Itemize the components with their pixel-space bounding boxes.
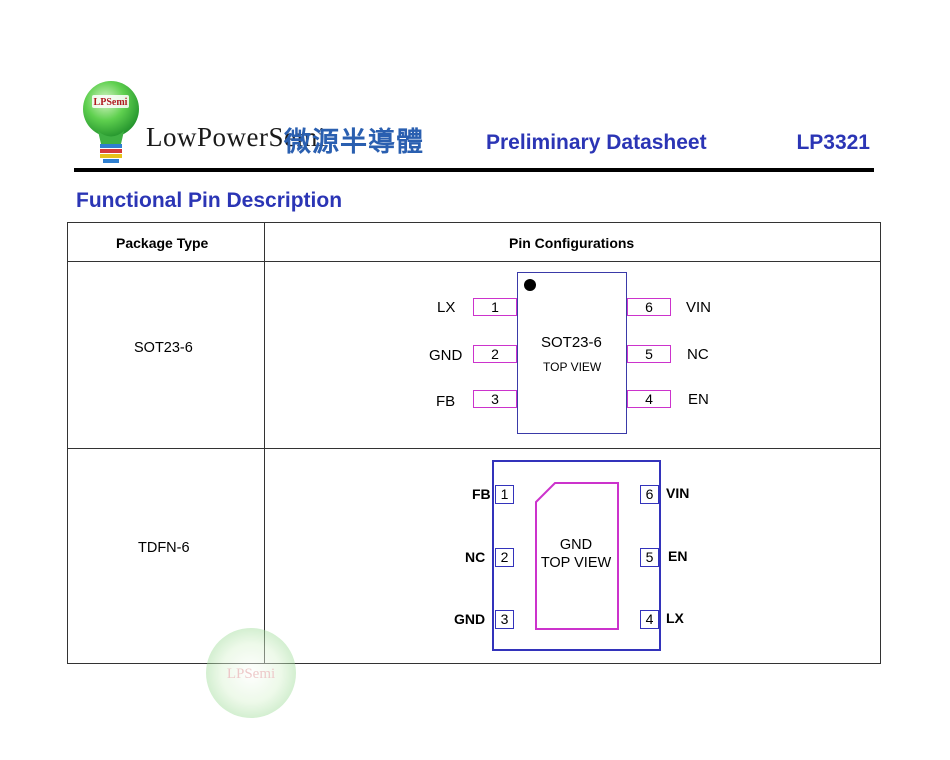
- tdfn-pin-6-label: VIN: [666, 485, 690, 501]
- brand-cjk-name: 微源半導體: [284, 127, 424, 158]
- header-divider: [74, 168, 874, 172]
- sot-pin-4-label: EN: [688, 391, 709, 408]
- package-tdfn-6: TDFN-6: [138, 540, 190, 556]
- tdfn-pin-5: 5: [640, 548, 659, 567]
- logo-badge-text: LPSemi: [94, 97, 128, 108]
- sot-pin-2: 2: [473, 345, 517, 363]
- sot-pin-2-label: GND: [429, 347, 463, 364]
- chip-name: SOT23-6: [541, 334, 602, 351]
- company-logo: LPSemi: [78, 76, 148, 168]
- sot-pin-6: 6: [627, 298, 671, 316]
- header-pin-configurations: Pin Configurations: [509, 235, 635, 251]
- tdfn-pin-2: 2: [495, 548, 514, 567]
- table-row-divider: [67, 448, 881, 449]
- watermark-logo: LPSemi: [204, 626, 299, 721]
- tdfn-pin-1-label: FB: [472, 486, 491, 502]
- part-number: LP3321: [796, 131, 870, 154]
- document-title: Preliminary Datasheet: [486, 131, 707, 154]
- watermark-text: LPSemi: [227, 666, 275, 682]
- sot-pin-1: 1: [473, 298, 517, 316]
- tdfn-pin-6: 6: [640, 485, 659, 504]
- package-sot23-6: SOT23-6: [134, 340, 193, 356]
- tdfn-pin-1: 1: [495, 485, 514, 504]
- chip-body: [517, 272, 627, 434]
- pin-description-table: [67, 222, 881, 664]
- tdfn-pin-4: 4: [640, 610, 659, 629]
- tdfn-pin-3: 3: [495, 610, 514, 629]
- tdfn-pin-5-label: EN: [668, 548, 688, 564]
- table-header-divider: [67, 261, 881, 262]
- pin1-marker: [524, 279, 536, 291]
- sot-pin-5: 5: [627, 345, 671, 363]
- tdfn-pin-3-label: GND: [454, 611, 486, 627]
- table-column-divider: [264, 222, 265, 664]
- header-package-type: Package Type: [116, 235, 209, 251]
- sot-pin-6-label: VIN: [686, 299, 712, 316]
- sot-pin-4: 4: [627, 390, 671, 408]
- sot-pin-1-label: LX: [437, 299, 456, 316]
- pad-name: GND: [559, 537, 593, 553]
- tdfn-pin-4-label: LX: [666, 610, 684, 626]
- sot-pin-3: 3: [473, 390, 517, 408]
- section-heading: Functional Pin Description: [76, 189, 343, 212]
- sot-pin-5-label: NC: [687, 346, 709, 363]
- chip-view-label: TOP VIEW: [543, 360, 602, 374]
- tdfn-pin-2-label: NC: [465, 549, 486, 565]
- sot-pin-3-label: FB: [436, 393, 456, 410]
- pad-view-label: TOP VIEW: [540, 555, 612, 571]
